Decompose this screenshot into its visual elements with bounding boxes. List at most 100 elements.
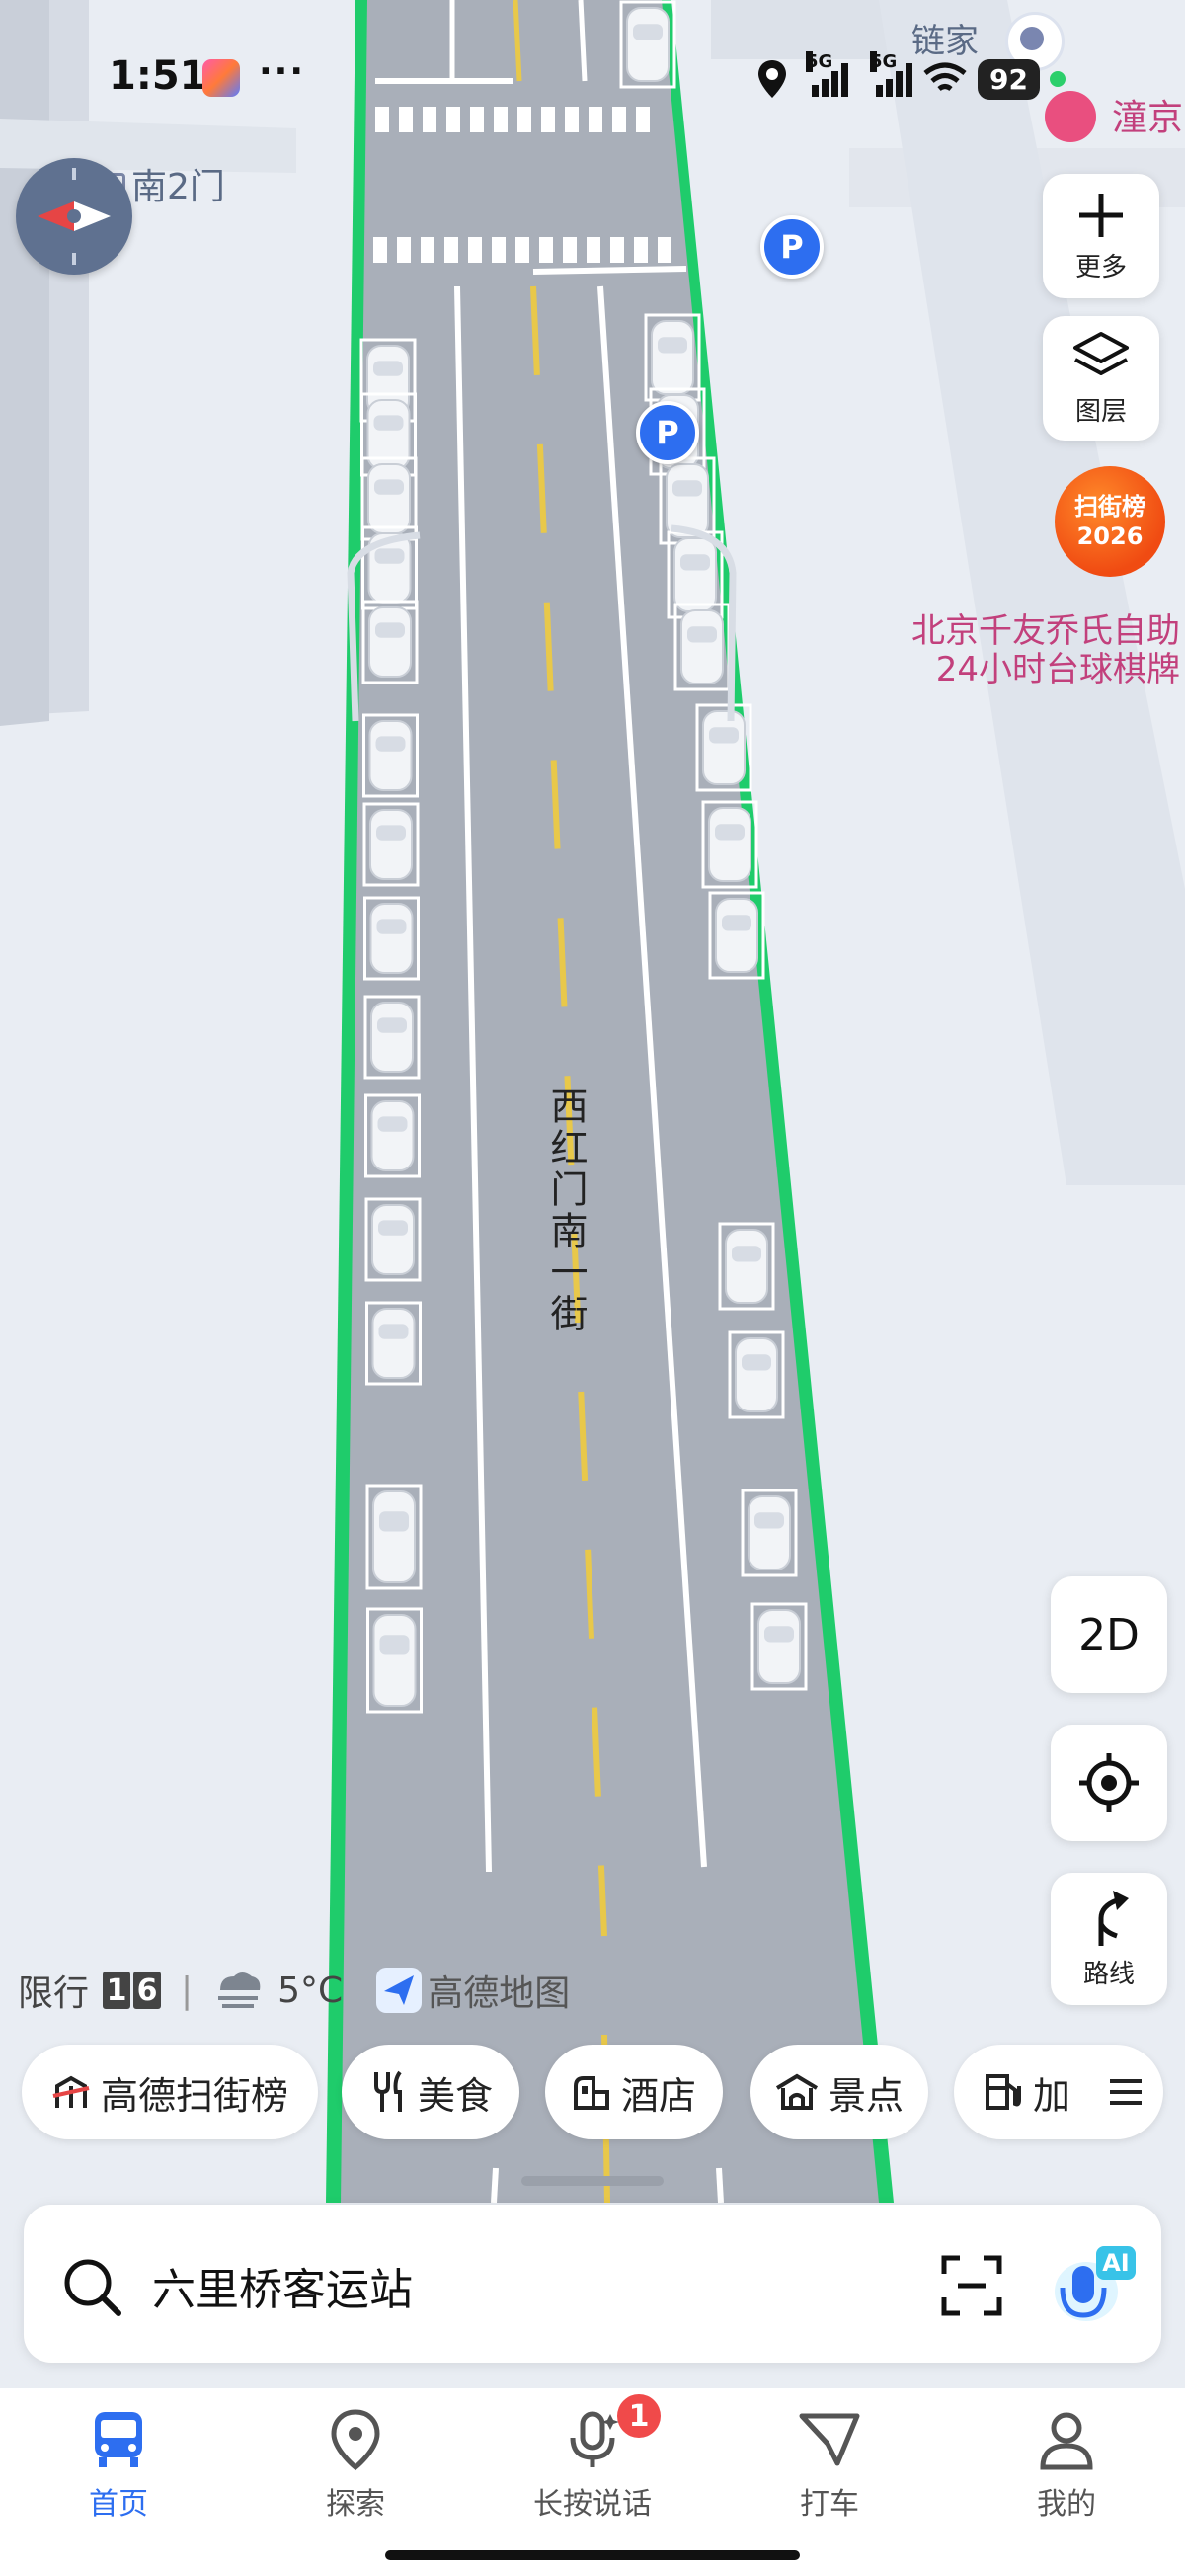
promo-line-1: 扫街榜	[1074, 493, 1146, 521]
green-dot-icon	[1049, 71, 1066, 87]
parked-car	[708, 807, 751, 882]
taxi-icon	[799, 2413, 860, 2466]
car-windshield	[377, 1017, 407, 1033]
location-pin-icon	[331, 2409, 380, 2471]
parking-marker[interactable]: P	[636, 401, 699, 464]
tong-label[interactable]: 潼京	[1112, 89, 1183, 140]
chip-label: 酒店	[620, 2073, 696, 2118]
restriction-digit: 6	[133, 1972, 162, 2009]
chip-label: 高德扫街榜	[100, 2073, 288, 2118]
car-windshield	[742, 1354, 771, 1371]
crosswalk-stripe	[517, 107, 531, 132]
parked-car	[673, 537, 717, 612]
route-label: 路线	[1082, 1959, 1135, 1989]
car-windshield	[376, 825, 406, 841]
search-bar[interactable]: 六里桥客运站 AI	[24, 2205, 1161, 2363]
nav-explore[interactable]: 探索	[257, 2408, 454, 2523]
crosswalk-stripe	[565, 107, 579, 132]
nav-label: 首页	[89, 2487, 148, 2522]
nav-home[interactable]: 首页	[20, 2408, 217, 2523]
crosswalk-stripe	[399, 107, 413, 132]
crosshair-icon	[1079, 1753, 1139, 1812]
temperature: 5°C	[277, 1970, 344, 2011]
car-windshield	[709, 727, 739, 744]
plus-icon	[1079, 193, 1123, 237]
chip-label: 加	[1033, 2073, 1071, 2118]
car-windshield	[658, 337, 687, 354]
status-time: 1:51	[109, 53, 207, 99]
weather-fog-icon	[218, 1972, 261, 2008]
crosswalk-stripe	[515, 237, 529, 263]
crosswalk-stripe	[494, 107, 508, 132]
svg-text:AI: AI	[1102, 2249, 1130, 2277]
crosswalk-stripe	[563, 237, 577, 263]
promo-line-2: 2026	[1076, 523, 1144, 550]
street-ranking-promo[interactable]: 扫街榜 2026	[1055, 466, 1165, 577]
street-name-label: 西红门南一街	[544, 1087, 588, 1335]
restriction-label: 限行	[18, 1973, 90, 2014]
chip-gas[interactable]: 加	[954, 2045, 1163, 2139]
sheet-grab-handle[interactable]	[521, 2176, 664, 2186]
bottom-navigation: 首页 探索 长按说话 打车 我的	[0, 2388, 1185, 2576]
parking-marker[interactable]: P	[760, 215, 824, 279]
map-canvas	[0, 0, 1185, 2576]
separator: |	[181, 1970, 194, 2011]
car-windshield	[379, 1635, 410, 1655]
nav-voice[interactable]: 长按说话	[494, 2408, 691, 2523]
brand-name: 高德地图	[428, 1973, 571, 2014]
crosswalk-stripe	[612, 107, 626, 132]
crosswalk-stripe	[375, 107, 389, 132]
parked-car	[369, 903, 414, 974]
map-view[interactable]: 西红门南一街 南2门 P P 链家 潼京 北京千友乔氏自助 24小时台球棋牌	[0, 0, 1185, 2576]
crosswalk-stripe	[397, 237, 411, 263]
nav-label: 打车	[800, 2487, 859, 2522]
view-mode-label: 2D	[1078, 1609, 1140, 1660]
more-notifications-icon: ···	[259, 51, 306, 92]
parked-car	[372, 1614, 417, 1707]
menu-icon[interactable]	[1108, 2077, 1144, 2107]
parked-car	[735, 1337, 778, 1412]
locate-button[interactable]	[1051, 1725, 1167, 1841]
scan-icon[interactable]	[940, 2254, 1003, 2317]
fork-knife-icon	[373, 2070, 402, 2112]
parked-car	[368, 720, 413, 791]
view-mode-button[interactable]: 2D	[1051, 1576, 1167, 1693]
parked-car	[651, 320, 694, 395]
voice-notification-badge: 1	[617, 2394, 661, 2438]
poi-label[interactable]: 北京千友乔氏自助 24小时台球棋牌	[859, 611, 1180, 689]
compass-icon	[38, 168, 111, 265]
layers-button[interactable]: 图层	[1043, 316, 1159, 441]
gas-station-icon	[986, 2074, 1021, 2110]
amap-logo-icon	[376, 1968, 423, 2013]
car-windshield	[378, 1324, 409, 1339]
chip-street-ranking[interactable]: 高德扫街榜	[22, 2045, 318, 2139]
crosswalk-stripe	[587, 237, 600, 263]
crosswalk-stripe	[446, 107, 460, 132]
parked-car	[367, 463, 411, 534]
chip-label: 美食	[417, 2073, 493, 2118]
more-button[interactable]: 更多	[1043, 174, 1159, 298]
nav-taxi[interactable]: 打车	[731, 2408, 928, 2523]
parked-car	[372, 1490, 416, 1583]
compass-button[interactable]	[16, 158, 132, 275]
parked-car	[748, 1495, 791, 1570]
crosswalk-stripe	[539, 237, 553, 263]
nav-profile[interactable]: 我的	[968, 2408, 1165, 2523]
crosswalk-stripe	[589, 107, 602, 132]
chip-scenic[interactable]: 景点	[750, 2045, 928, 2139]
layers-label: 图层	[1074, 396, 1127, 427]
car-windshield	[378, 1220, 408, 1236]
chip-food[interactable]: 美食	[342, 2045, 519, 2139]
route-button[interactable]: 路线	[1051, 1873, 1167, 2005]
search-query: 六里桥客运站	[152, 2265, 413, 2315]
home-bus-icon	[95, 2412, 142, 2467]
crosswalk-stripe	[444, 237, 458, 263]
car-windshield	[754, 1512, 784, 1529]
car-windshield	[379, 1511, 409, 1532]
restriction-digits: 1 6	[103, 1972, 162, 2009]
chip-hotel[interactable]: 酒店	[545, 2045, 723, 2139]
ai-voice-icon[interactable]: AI	[1051, 2244, 1140, 2329]
car-windshield	[375, 736, 406, 752]
search-icon	[64, 2259, 121, 2316]
crosswalk-stripe	[373, 237, 387, 263]
